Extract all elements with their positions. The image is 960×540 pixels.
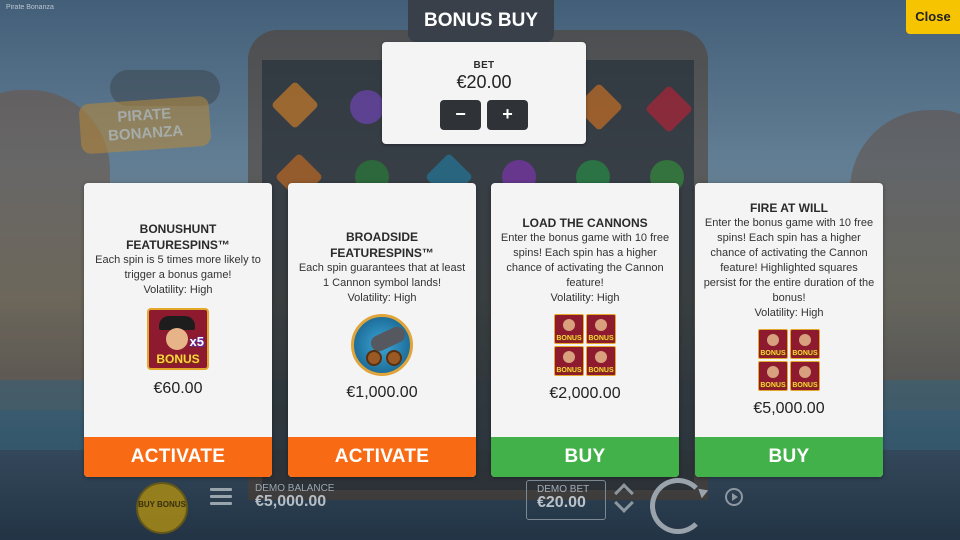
symbol-bonus-text: BONUS (588, 367, 614, 374)
close-button[interactable]: Close (906, 0, 960, 34)
card-volatility: Volatility: High (754, 307, 824, 319)
feature-card-load-the-cannons: LOAD THE CANNONS Enter the bonus game wi… (491, 183, 679, 477)
symbol-bonus-text: BONUS (156, 352, 200, 366)
symbol-bonus-text: BONUS (760, 350, 786, 357)
card-title: FIRE AT WILL (750, 201, 828, 215)
activate-button[interactable]: ACTIVATE (288, 437, 476, 477)
buy-button[interactable]: BUY (491, 437, 679, 477)
game-logo: PIRATE BONANZA (78, 95, 212, 155)
card-price: €1,000.00 (346, 384, 418, 401)
card-price: €2,000.00 (549, 385, 621, 402)
feature-card-bonushunt: BONUSHUNT FEATURESPINS™ Each spin is 5 t… (84, 183, 272, 477)
buy-bonus-button[interactable]: BUY BONUS (136, 482, 188, 534)
bonus-grid-icon: BONUS BONUS BONUS BONUS (554, 314, 616, 376)
demo-balance-value: €5,000.00 (255, 493, 327, 510)
menu-icon[interactable] (210, 488, 232, 506)
buy-button[interactable]: BUY (695, 437, 883, 477)
symbol-bonus-text: BONUS (792, 382, 818, 389)
bet-controls: − + (382, 100, 586, 130)
bet-decrease-button[interactable]: − (440, 100, 481, 130)
bet-increase-button[interactable]: + (487, 100, 528, 130)
card-volatility: Volatility: High (347, 292, 417, 304)
autoplay-icon[interactable] (725, 488, 743, 506)
feature-card-broadside: BROADSIDE FEATURESPINS™ Each spin guaran… (288, 183, 476, 477)
bonus-buy-title: BONUS BUY (408, 0, 554, 42)
card-volatility: Volatility: High (550, 292, 620, 304)
window-title: Pirate Bonanza (6, 4, 54, 11)
card-title: LOAD THE CANNONS (522, 216, 648, 230)
spin-icon[interactable] (650, 478, 706, 534)
symbol-bonus-text: BONUS (588, 335, 614, 342)
card-description: Each spin guarantees that at least 1 Can… (298, 262, 466, 289)
activate-button[interactable]: ACTIVATE (84, 437, 272, 477)
pirate-x5-bonus-icon: x5 BONUS (147, 308, 209, 370)
feature-card-fire-at-will: FIRE AT WILL Enter the bonus game with 1… (695, 183, 883, 477)
symbol-bonus-text: BONUS (556, 367, 582, 374)
symbol-bonus-text: BONUS (792, 350, 818, 357)
card-description: Each spin is 5 times more likely to trig… (95, 254, 261, 281)
card-title: BROADSIDE FEATURESPINS™ (330, 230, 434, 260)
card-title: BONUSHUNT FEATURESPINS™ (126, 222, 230, 252)
bet-label: BET (473, 60, 495, 71)
cannon-icon (351, 314, 413, 376)
card-price: €60.00 (153, 380, 203, 397)
card-description: Enter the bonus game with 10 free spins!… (703, 217, 875, 304)
card-volatility: Volatility: High (143, 284, 213, 296)
bonus-grid-icon: BONUS BONUS BONUS BONUS (758, 329, 820, 391)
bet-panel: BET €20.00 − + (382, 42, 586, 144)
symbol-bonus-text: BONUS (760, 382, 786, 389)
card-price: €5,000.00 (753, 400, 825, 417)
symbol-multiplier: x5 (189, 334, 204, 349)
bet-value: €20.00 (456, 72, 512, 92)
symbol-bonus-text: BONUS (556, 335, 582, 342)
card-description: Enter the bonus game with 10 free spins!… (500, 232, 670, 289)
demo-bet-value: €20.00 (537, 494, 586, 511)
